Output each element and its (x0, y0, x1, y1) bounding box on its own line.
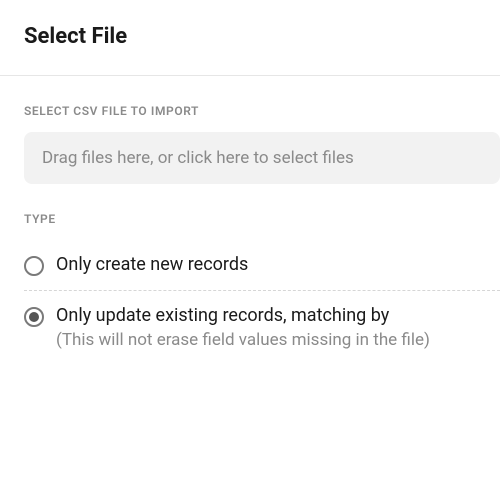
type-radio-group: Only create new records Only update exis… (24, 240, 500, 364)
csv-dropzone[interactable]: Drag files here, or click here to select… (24, 132, 500, 184)
file-section-label: SELECT CSV FILE TO IMPORT (24, 104, 500, 118)
radio-icon (24, 256, 44, 276)
radio-option-create[interactable]: Only create new records (24, 240, 500, 290)
radio-option-update[interactable]: Only update existing records, matching b… (24, 291, 500, 364)
radio-icon (24, 307, 44, 327)
radio-subtext: (This will not erase field values missin… (56, 330, 430, 350)
radio-label: Only update existing records, matching b… (56, 305, 430, 326)
radio-label: Only create new records (56, 254, 248, 275)
page-title: Select File (24, 24, 500, 49)
type-section-label: TYPE (24, 212, 500, 226)
title-divider (0, 75, 500, 76)
